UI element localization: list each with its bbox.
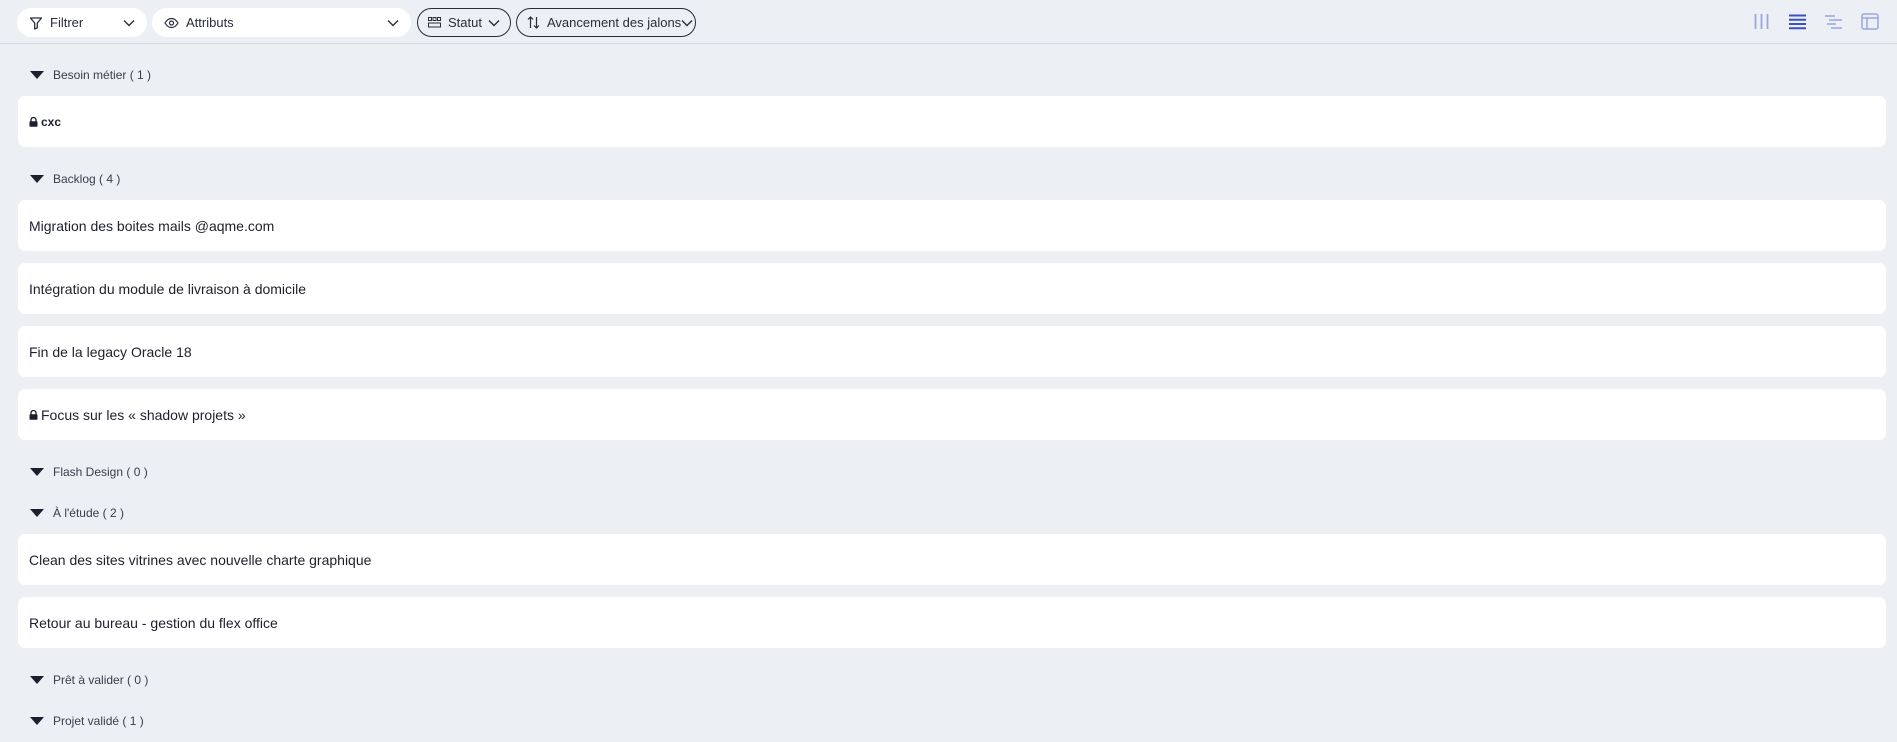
group-header-projet-valide[interactable]: Projet validé ( 1 ) — [30, 712, 144, 730]
group-header-a-letude[interactable]: À l'étude ( 2 ) — [30, 504, 124, 522]
group-header-label: Backlog ( 4 ) — [53, 172, 121, 186]
list-item-title: Retour au bureau - gestion du flex offic… — [29, 614, 278, 631]
caret-down-icon — [30, 468, 44, 476]
list-item-title: Migration des boites mails @aqme.com — [29, 217, 275, 234]
list-item-title: Intégration du module de livraison à dom… — [29, 280, 307, 297]
filter-icon — [29, 16, 43, 30]
list-item[interactable]: Migration des boites mails @aqme.com — [18, 200, 1886, 251]
toolbar: Filtrer Attributs Statut Avancement des … — [0, 0, 1897, 44]
list-item[interactable]: Clean des sites vitrines avec nouvelle c… — [18, 534, 1886, 585]
list-item[interactable]: Intégration du module de livraison à dom… — [18, 263, 1886, 314]
status-groupby-button[interactable]: Statut — [417, 8, 511, 37]
list-item[interactable]: Fin de la legacy Oracle 18 — [18, 326, 1886, 377]
chevron-down-icon — [387, 19, 399, 26]
group-header-label: Prêt à valider ( 0 ) — [53, 673, 149, 687]
list-item-title: Focus sur les « shadow projets » — [41, 406, 246, 423]
chevron-down-icon — [488, 19, 500, 26]
chevron-down-icon — [681, 19, 693, 26]
group-header-backlog[interactable]: Backlog ( 4 ) — [30, 170, 120, 188]
attributes-button[interactable]: Attributs — [152, 8, 411, 37]
view-switcher — [1752, 12, 1879, 31]
caret-down-icon — [30, 175, 44, 183]
caret-down-icon — [30, 71, 44, 79]
group-header-pret-a-valider[interactable]: Prêt à valider ( 0 ) — [30, 671, 148, 689]
caret-down-icon — [30, 717, 44, 725]
group-header-label: Projet validé ( 1 ) — [53, 714, 144, 728]
group-header-label: Flash Design ( 0 ) — [53, 465, 148, 479]
list-item[interactable]: cxc — [18, 96, 1886, 147]
list-item-title: cxc — [41, 114, 62, 129]
filter-label: Filtrer — [50, 15, 84, 30]
status-label: Statut — [448, 15, 482, 30]
lock-icon — [29, 116, 38, 127]
caret-down-icon — [30, 676, 44, 684]
list-view-icon[interactable] — [1788, 12, 1807, 31]
list-item[interactable]: Retour au bureau - gestion du flex offic… — [18, 597, 1886, 648]
sort-icon — [527, 16, 540, 29]
list-item[interactable]: Focus sur les « shadow projets » — [18, 389, 1886, 440]
filter-button[interactable]: Filtrer — [17, 8, 147, 37]
list-item-title: Fin de la legacy Oracle 18 — [29, 343, 192, 360]
gantt-view-icon[interactable] — [1824, 12, 1843, 31]
sort-button[interactable]: Avancement des jalons — [516, 8, 696, 37]
group-header-besoin-metier[interactable]: Besoin métier ( 1 ) — [30, 66, 151, 84]
columns-view-icon[interactable] — [1752, 12, 1771, 31]
board-view-icon[interactable] — [1860, 12, 1879, 31]
group-header-label: Besoin métier ( 1 ) — [53, 68, 152, 82]
group-header-label: À l'étude ( 2 ) — [53, 506, 124, 520]
lock-icon — [29, 409, 38, 420]
group-header-flash-design[interactable]: Flash Design ( 0 ) — [30, 463, 148, 481]
attributes-label: Attributs — [186, 15, 234, 30]
sort-label: Avancement des jalons — [547, 15, 682, 30]
chevron-down-icon — [123, 19, 135, 26]
caret-down-icon — [30, 509, 44, 517]
group-icon — [428, 17, 441, 28]
eye-icon — [164, 17, 179, 28]
list-item-title: Clean des sites vitrines avec nouvelle c… — [29, 551, 372, 568]
